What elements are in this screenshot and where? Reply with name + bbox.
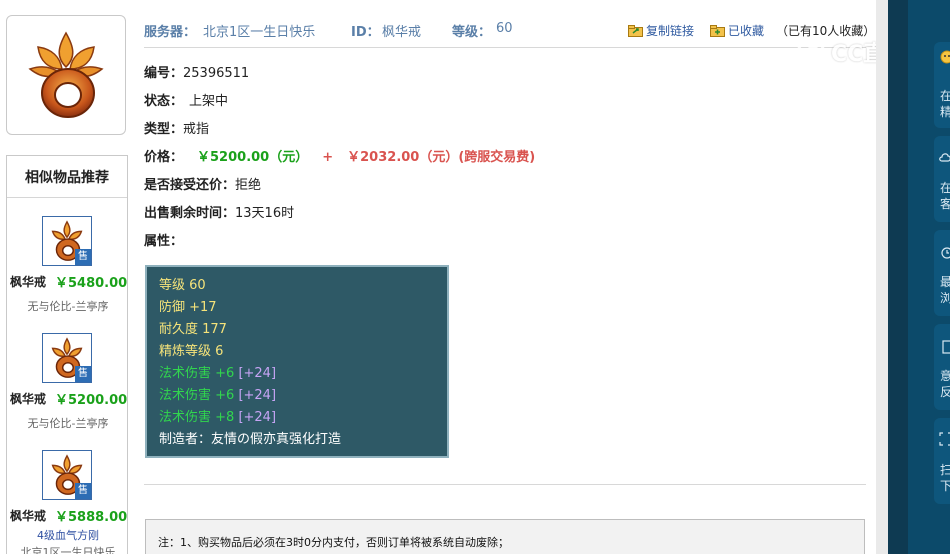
price-plus: + [322,150,334,165]
similar-item-name[interactable]: 枫华戒 [10,507,46,524]
similar-item-thumbnail[interactable]: 售 [42,450,92,500]
smiley-icon [940,50,950,64]
similar-item-name[interactable]: 枫华戒 [10,390,46,407]
similar-item-seller: 无与伦比-兰亭序 [27,300,109,313]
attr-refine: 精炼等级 6 [159,344,224,359]
folder-link-icon [628,24,643,37]
server-label: 服务器： [144,25,197,40]
side-strip [888,0,908,554]
remaining-time-row: 出售剩余时间：13天16时 [144,202,294,221]
similar-item-seller: 无与伦比-兰亭序 [27,417,109,430]
right-toolbar-text-3[interactable]: 最浏 [940,274,950,306]
type-row: 类型：戒指 [144,118,209,137]
status-label: 状态： [144,94,184,109]
clock-icon [941,247,950,259]
number-row: 编号：25396511 [144,62,249,81]
id-label: ID： [351,25,380,40]
attributes-row: 属性： [144,230,183,249]
bargain-value: 拒绝 [235,178,262,193]
similar-item-price: ￥5888.00 [55,510,128,525]
ring-item-icon [28,31,104,118]
type-value: 戒指 [183,122,210,137]
purchase-note: 注：1、购买物品后必须在3时0分内支付，否则订单将被系统自动废除； [145,519,865,554]
level-label: 等级： [452,25,492,40]
right-toolbar-text-4[interactable]: 意反 [940,368,950,400]
attr-magic-3: 法术伤害 +8 [+24] [159,407,435,429]
cloud-icon [939,153,950,162]
server-value: 北京1区一生日快乐 [203,25,316,40]
copy-link-label[interactable]: 复制链接 [646,22,694,39]
level-value: 60 [496,21,513,36]
bargain-label: 是否接受还价： [144,178,236,193]
sale-badge: 售 [75,366,91,382]
copy-link-button[interactable]: 复制链接 [628,22,694,39]
attr-magic-1-bonus: [+24] [238,366,277,381]
attr-magic-3-bonus: [+24] [238,410,277,425]
attr-magic-1-value: 法术伤害 +6 [159,366,235,381]
similar-items-panel: 相似物品推荐 售 枫华戒 ￥5480.00 无与伦比-兰亭序 售 枫华戒 ￥52… [6,155,128,554]
attributes-panel: 等级 60 防御 +17 耐久度 177 精炼等级 6 法术伤害 +6 [+24… [145,265,449,458]
attr-durability: 耐久度 177 [159,322,227,337]
item-image-frame [6,15,126,135]
page-scrollbar[interactable] [876,0,888,554]
cc-logo-icon [797,38,825,66]
id-value: 枫华戒 [382,25,422,40]
favorite-label[interactable]: 已收藏 [728,22,764,39]
right-toolbar-text-1[interactable]: 在精 [940,88,950,120]
remaining-label: 出售剩余时间： [144,206,236,221]
bargain-row: 是否接受还价：拒绝 [144,174,261,193]
sale-badge: 售 [75,483,91,499]
price-label: 价格： [144,150,184,165]
qr-scan-icon [939,432,950,446]
right-toolbar-text-5[interactable]: 扫下 [940,462,950,494]
document-icon [942,340,950,354]
price-row: 价格： ￥5200.00（元） + ￥2032.00（元）(跨服交易费) [144,146,535,165]
price-main: ￥5200.00（元） [197,150,309,165]
similar-items-title: 相似物品推荐 [7,156,127,198]
section-divider [144,484,866,485]
right-toolbar-text-2[interactable]: 在客 [940,180,950,212]
similar-item-price: ￥5480.00 [55,276,128,291]
type-label: 类型： [144,122,184,137]
attr-maker: 制造者：友情の假亦真强化打造 [159,432,342,447]
item-header: 服务器： 北京1区一生日快乐 ID： 枫华戒 等级： 60 复制链接 已收藏 （… [144,20,875,48]
favorite-button[interactable]: 已收藏 [710,22,764,39]
price-fee: ￥2032.00（元）(跨服交易费) [347,150,536,165]
sale-badge: 售 [75,249,91,265]
similar-item-price: ￥5200.00 [55,393,128,408]
folder-add-icon [710,24,725,37]
status-row: 状态： 上架中 [144,90,228,109]
attr-magic-1: 法术伤害 +6 [+24] [159,363,435,385]
attr-magic-3-value: 法术伤害 +8 [159,410,235,425]
number-value: 25396511 [183,66,250,81]
similar-item-seller: 4级血气方刚 [37,529,99,542]
attr-level: 等级 60 [159,278,206,293]
remaining-value: 13天16时 [235,206,295,221]
status-value: 上架中 [189,94,229,109]
attr-defense: 防御 +17 [159,300,217,315]
attributes-label: 属性： [144,234,184,249]
similar-item-thumbnail[interactable]: 售 [42,333,92,383]
attr-magic-2: 法术伤害 +6 [+24] [159,385,435,407]
similar-item-server: 北京1区一生日快乐 [20,546,116,554]
attr-magic-2-bonus: [+24] [238,388,277,403]
similar-item-thumbnail[interactable]: 售 [42,216,92,266]
similar-item-name[interactable]: 枫华戒 [10,273,46,290]
number-label: 编号： [144,66,184,81]
attr-magic-2-value: 法术伤害 +6 [159,388,235,403]
